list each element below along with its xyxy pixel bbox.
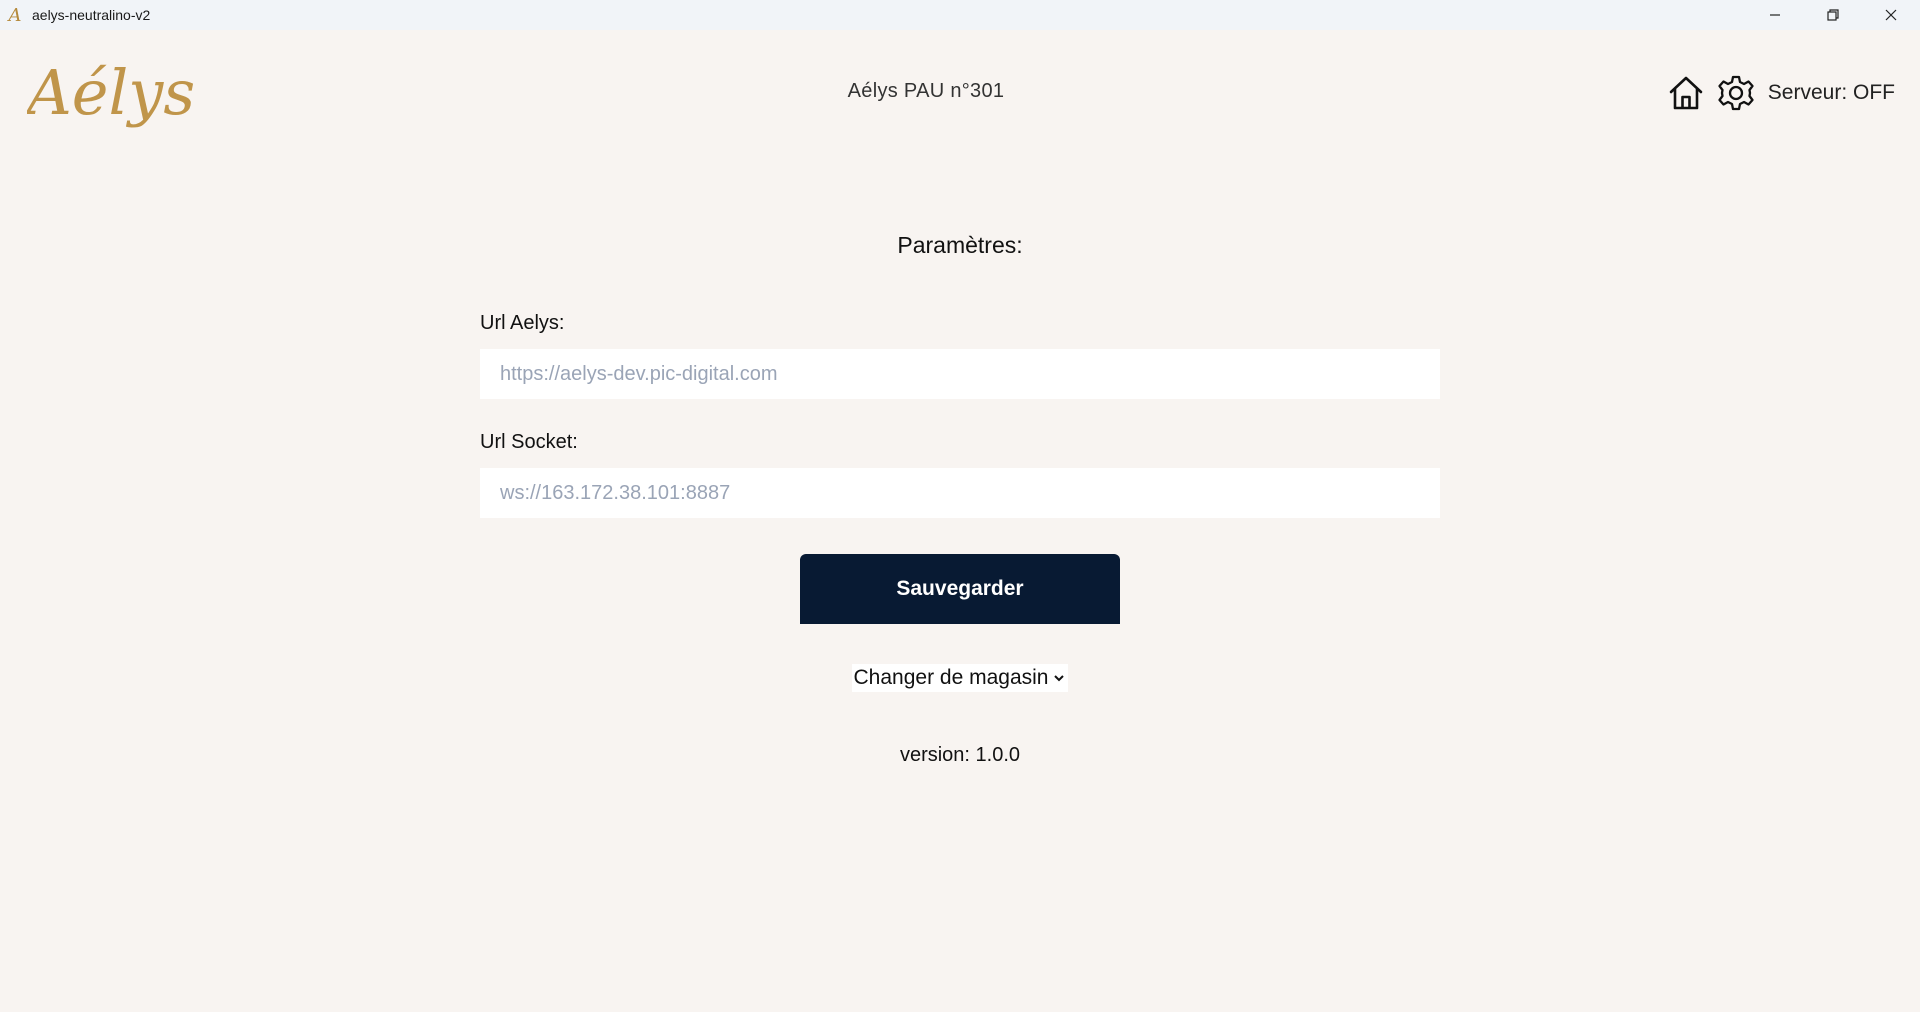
url-socket-label: Url Socket: xyxy=(480,431,578,453)
gear-icon xyxy=(1718,75,1754,111)
save-button[interactable]: Sauvegarder xyxy=(800,554,1120,624)
close-icon xyxy=(1885,9,1897,21)
window-titlebar: A aelys-neutralino-v2 xyxy=(0,0,1920,30)
restore-button[interactable] xyxy=(1804,0,1862,30)
header-actions: Serveur: OFF xyxy=(1666,73,1895,113)
close-button[interactable] xyxy=(1862,0,1920,30)
store-select-wrapper: Changer de magasin xyxy=(480,664,1440,692)
settings-panel: Paramètres: Url Aelys: Url Socket: Sauve… xyxy=(480,220,1440,767)
window-title: aelys-neutralino-v2 xyxy=(32,7,151,23)
app-icon: A xyxy=(8,4,22,26)
home-button[interactable] xyxy=(1666,73,1706,113)
chevron-down-icon xyxy=(1052,671,1066,685)
restore-icon xyxy=(1827,9,1839,21)
minimize-icon xyxy=(1770,14,1780,16)
minimize-button[interactable] xyxy=(1746,0,1804,30)
server-status: Serveur: OFF xyxy=(1767,81,1895,104)
home-icon xyxy=(1669,76,1703,110)
url-aelys-label: Url Aelys: xyxy=(480,312,565,334)
app-header: Aélys Aélys PAU n°301 Serveur: OFF xyxy=(0,30,1920,155)
window-controls xyxy=(1746,0,1920,30)
settings-title: Paramètres: xyxy=(897,232,1023,258)
store-title: Aélys PAU n°301 xyxy=(847,80,1005,102)
settings-button[interactable] xyxy=(1716,73,1756,113)
url-socket-input[interactable] xyxy=(480,468,1440,518)
store-select-value: Changer de magasin xyxy=(853,666,1049,689)
url-aelys-input[interactable] xyxy=(480,349,1440,399)
version-text: version: 1.0.0 xyxy=(899,744,1021,766)
store-select[interactable]: Changer de magasin xyxy=(851,664,1069,692)
